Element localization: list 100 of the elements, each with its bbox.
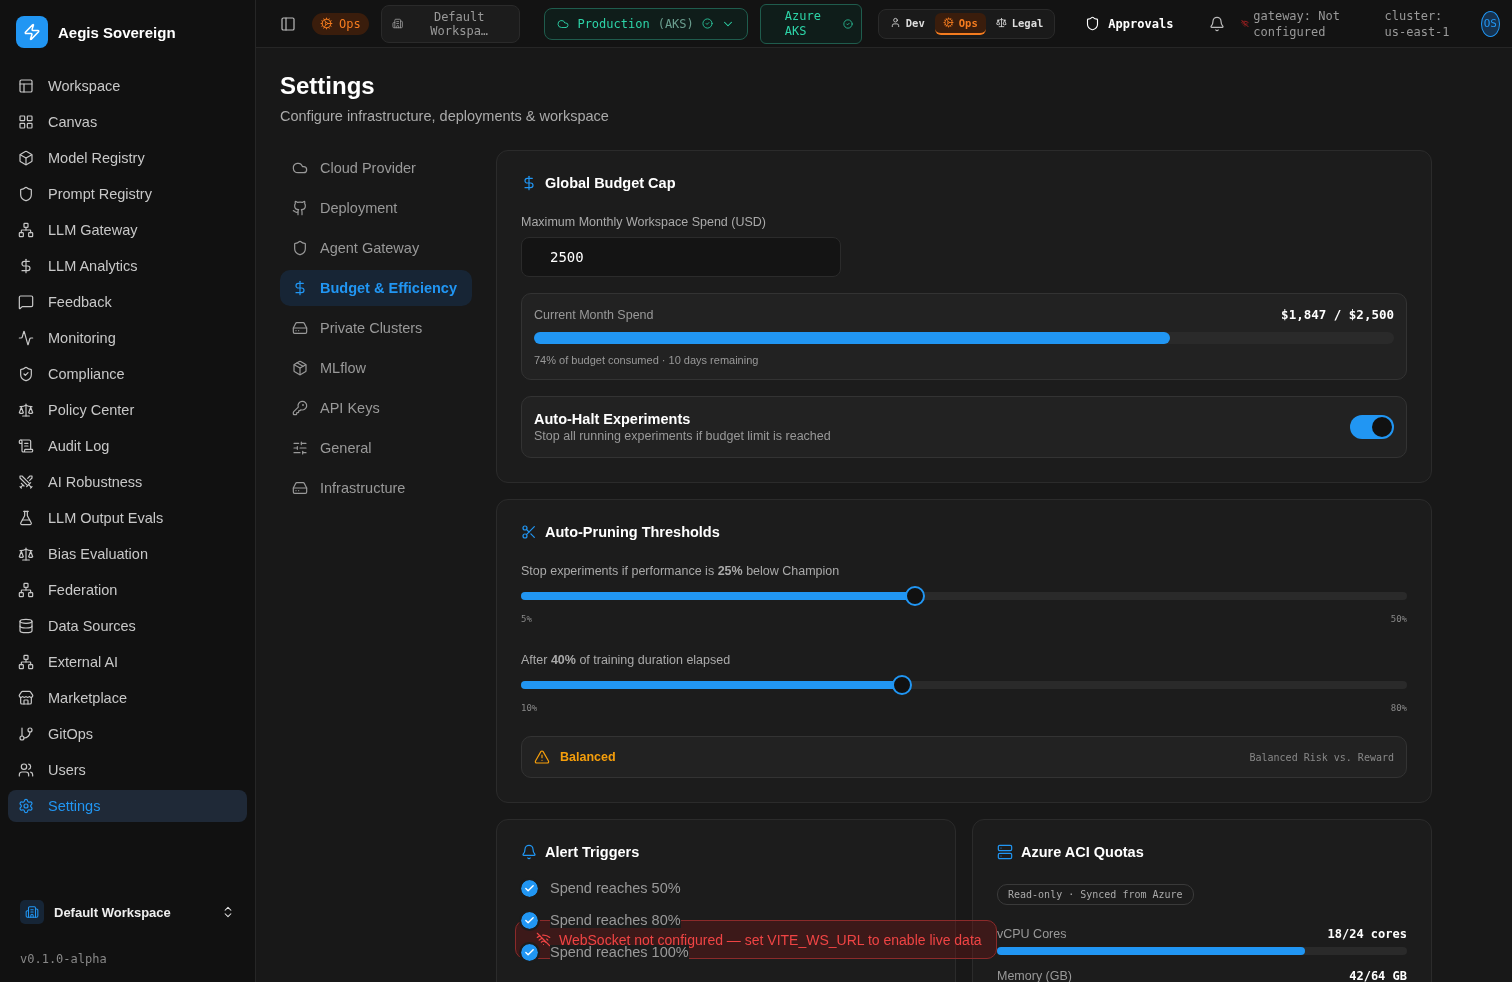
sidebar-item[interactable]: LLM Output Evals <box>8 502 247 534</box>
role-tab[interactable]: Ops <box>934 12 986 35</box>
sync-badge: Read-only · Synced from Azure <box>997 884 1194 905</box>
cube-icon <box>18 150 34 166</box>
settings-tab[interactable]: Cloud Provider <box>280 150 472 186</box>
sidebar-item[interactable]: Prompt Registry <box>8 178 247 210</box>
card-title: Azure ACI Quotas <box>1021 844 1144 860</box>
message-icon <box>18 294 34 310</box>
quota-label: Memory (GB) <box>997 969 1072 982</box>
sidebar-item[interactable]: Policy Center <box>8 394 247 426</box>
quota-value: 42/64 GB <box>1349 969 1407 982</box>
sidebar-item[interactable]: Users <box>8 754 247 786</box>
sidebar-item[interactable]: Marketplace <box>8 682 247 714</box>
cluster-status: cluster: us-east-1 <box>1384 7 1451 40</box>
cloud-icon <box>292 160 308 176</box>
settings-tab[interactable]: General <box>280 430 472 466</box>
workspace-switcher[interactable]: Default Workspace <box>20 900 235 924</box>
page-title: Settings <box>280 72 376 100</box>
auto-halt-title: Auto-Halt Experiments <box>534 411 692 427</box>
drive-icon <box>292 480 308 496</box>
spend-amount: $1,847 / $2,500 <box>1281 307 1394 322</box>
sidebar-item[interactable]: Model Registry <box>8 142 247 174</box>
check-circle-icon <box>701 18 713 29</box>
sidebar-item[interactable]: Data Sources <box>8 610 247 642</box>
settings-tab[interactable]: Deployment <box>280 190 472 226</box>
slider[interactable] <box>521 675 1407 695</box>
sidebar-item[interactable]: Bias Evaluation <box>8 538 247 570</box>
sidebar-item[interactable]: LLM Analytics <box>8 250 247 282</box>
page-subtitle: Configure infrastructure, deployments & workspace <box>280 108 610 124</box>
package-icon <box>292 360 308 376</box>
quota-label: vCPU Cores <box>997 927 1067 941</box>
mode-badge: Ops <box>312 12 369 35</box>
dollar-icon <box>521 175 537 191</box>
sidebar-item[interactable]: LLM Gateway <box>8 214 247 246</box>
auto-halt-description: Stop all running experiments if budget limit is reached <box>534 429 831 443</box>
budget-input[interactable]: 2500 <box>521 237 841 277</box>
profile-description: Balanced Risk vs. Reward <box>1249 751 1394 763</box>
check-circle-icon <box>842 18 853 29</box>
slider-label: After 40% of training duration elapsed <box>521 653 732 667</box>
slider-max: 50% <box>1390 614 1407 624</box>
pulse-icon <box>18 330 34 346</box>
slider-thumb[interactable] <box>905 586 926 606</box>
user-avatar[interactable]: OS <box>1480 10 1500 37</box>
settings-tab[interactable]: Private Clusters <box>280 310 472 346</box>
check-icon <box>524 914 535 926</box>
sidebar-item[interactable]: Workspace <box>8 70 247 102</box>
settings-icon <box>18 798 34 814</box>
slider-thumb[interactable] <box>891 675 912 695</box>
sidebar-item[interactable]: Compliance <box>8 358 247 390</box>
settings-tab[interactable]: Agent Gateway <box>280 230 472 266</box>
environment-select[interactable]: Production (AKS) <box>544 7 748 40</box>
slider-min: 5% <box>521 614 532 624</box>
checkbox[interactable] <box>521 879 538 897</box>
cloud-icon <box>557 17 570 30</box>
checkbox-label: Spend reaches 100% <box>550 944 689 960</box>
network-icon <box>18 582 34 598</box>
drive-icon <box>292 320 308 336</box>
app-name: Aegis Sovereign <box>58 23 176 41</box>
sidebar-item[interactable]: External AI <box>8 646 247 678</box>
toggle-switch[interactable] <box>1350 415 1394 439</box>
sidebar-item[interactable]: GitOps <box>8 718 247 750</box>
workspace-chip[interactable]: Default Workspa… <box>380 4 521 43</box>
slider-label: Stop experiments if performance is 25% below Champion <box>521 564 841 578</box>
card-title: Global Budget Cap <box>545 175 676 191</box>
checkbox[interactable] <box>521 943 538 961</box>
slider[interactable] <box>521 586 1407 606</box>
checkbox[interactable] <box>521 911 538 929</box>
role-tab[interactable]: Legal <box>987 12 1052 35</box>
sidebar-item[interactable]: Audit Log <box>8 430 247 462</box>
gear-icon <box>320 17 333 30</box>
version-label: v0.1.0-alpha <box>20 952 108 966</box>
person-icon <box>889 17 901 28</box>
dollar-icon <box>292 280 308 296</box>
server-icon <box>997 844 1013 860</box>
settings-tab[interactable]: Budget & Efficiency <box>280 270 472 306</box>
sidebar-item[interactable]: Federation <box>8 574 247 606</box>
sliders-icon <box>292 440 308 456</box>
sidebar-item[interactable]: Canvas <box>8 106 247 138</box>
sidebar-item[interactable]: Feedback <box>8 286 247 318</box>
approvals-button[interactable]: Approvals <box>1079 15 1180 32</box>
bolt-icon <box>23 23 41 41</box>
shield-check-icon <box>18 366 34 382</box>
role-tab[interactable]: Dev <box>881 12 933 35</box>
building-icon <box>25 905 39 919</box>
slider-max: 80% <box>1390 703 1407 713</box>
checkbox-label: Spend reaches 50% <box>550 880 681 896</box>
users-icon <box>18 762 34 778</box>
bell-icon <box>1209 15 1226 32</box>
key-icon <box>292 400 308 416</box>
sidebar-item[interactable]: Monitoring <box>8 322 247 354</box>
sidebar-item[interactable]: Settings <box>8 790 247 822</box>
card-title: Alert Triggers <box>545 844 640 860</box>
settings-tab[interactable]: Infrastructure <box>280 470 472 506</box>
settings-tab[interactable]: MLflow <box>280 350 472 386</box>
slider-min: 10% <box>521 703 538 713</box>
sidebar-item[interactable]: AI Robustness <box>8 466 247 498</box>
dollar-icon <box>18 258 34 274</box>
branch-icon <box>18 726 34 742</box>
check-icon <box>524 946 535 958</box>
settings-tab[interactable]: API Keys <box>280 390 472 426</box>
